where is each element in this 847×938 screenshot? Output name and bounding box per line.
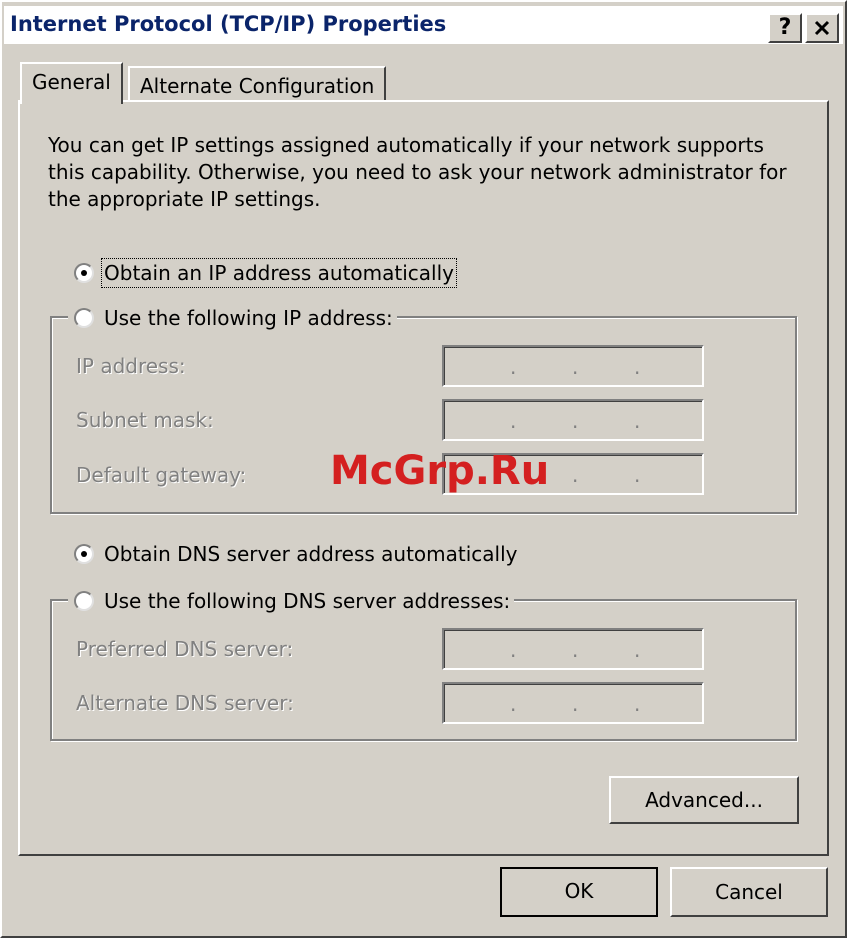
close-icon [814,20,830,36]
cancel-button[interactable]: Cancel [670,867,828,917]
obtain-dns-auto-label: Obtain DNS server address automatically [104,542,518,566]
alternate-dns-label: Alternate DNS server: [76,691,294,715]
use-following-dns-label: Use the following DNS server addresses: [104,589,511,613]
title-bar[interactable]: Internet Protocol (TCP/IP) Properties ? [4,6,843,44]
close-button[interactable] [805,13,839,43]
use-following-dns-radio[interactable] [74,591,94,611]
obtain-ip-auto-label: Obtain an IP address automatically [100,258,458,288]
alternate-dns-field: ... [442,682,704,724]
watermark: McGrp.Ru [330,448,550,494]
use-following-ip-option[interactable]: Use the following IP address: [68,306,397,330]
preferred-dns-field: ... [442,628,704,670]
obtain-ip-auto-radio[interactable] [74,263,94,283]
use-following-ip-label: Use the following IP address: [104,306,393,330]
tab-alternate-configuration[interactable]: Alternate Configuration [128,66,387,102]
preferred-dns-label: Preferred DNS server: [76,637,294,661]
ip-address-label: IP address: [76,354,186,378]
intro-text: You can get IP settings assigned automat… [48,133,787,211]
default-gateway-label: Default gateway: [76,463,247,487]
ip-address-field: ... [442,345,704,387]
obtain-dns-auto-option[interactable]: Obtain DNS server address automatically [74,542,522,566]
help-button[interactable]: ? [768,13,802,43]
tab-general[interactable]: General [20,62,123,104]
use-following-ip-radio[interactable] [74,308,94,328]
obtain-dns-auto-radio[interactable] [74,544,94,564]
obtain-ip-auto-option[interactable]: Obtain an IP address automatically [74,258,459,288]
use-following-dns-option[interactable]: Use the following DNS server addresses: [68,589,515,613]
window-title: Internet Protocol (TCP/IP) Properties [10,12,447,36]
subnet-mask-label: Subnet mask: [76,408,214,432]
advanced-button[interactable]: Advanced... [609,776,799,824]
subnet-mask-field: ... [442,399,704,441]
ok-button[interactable]: OK [500,867,658,917]
